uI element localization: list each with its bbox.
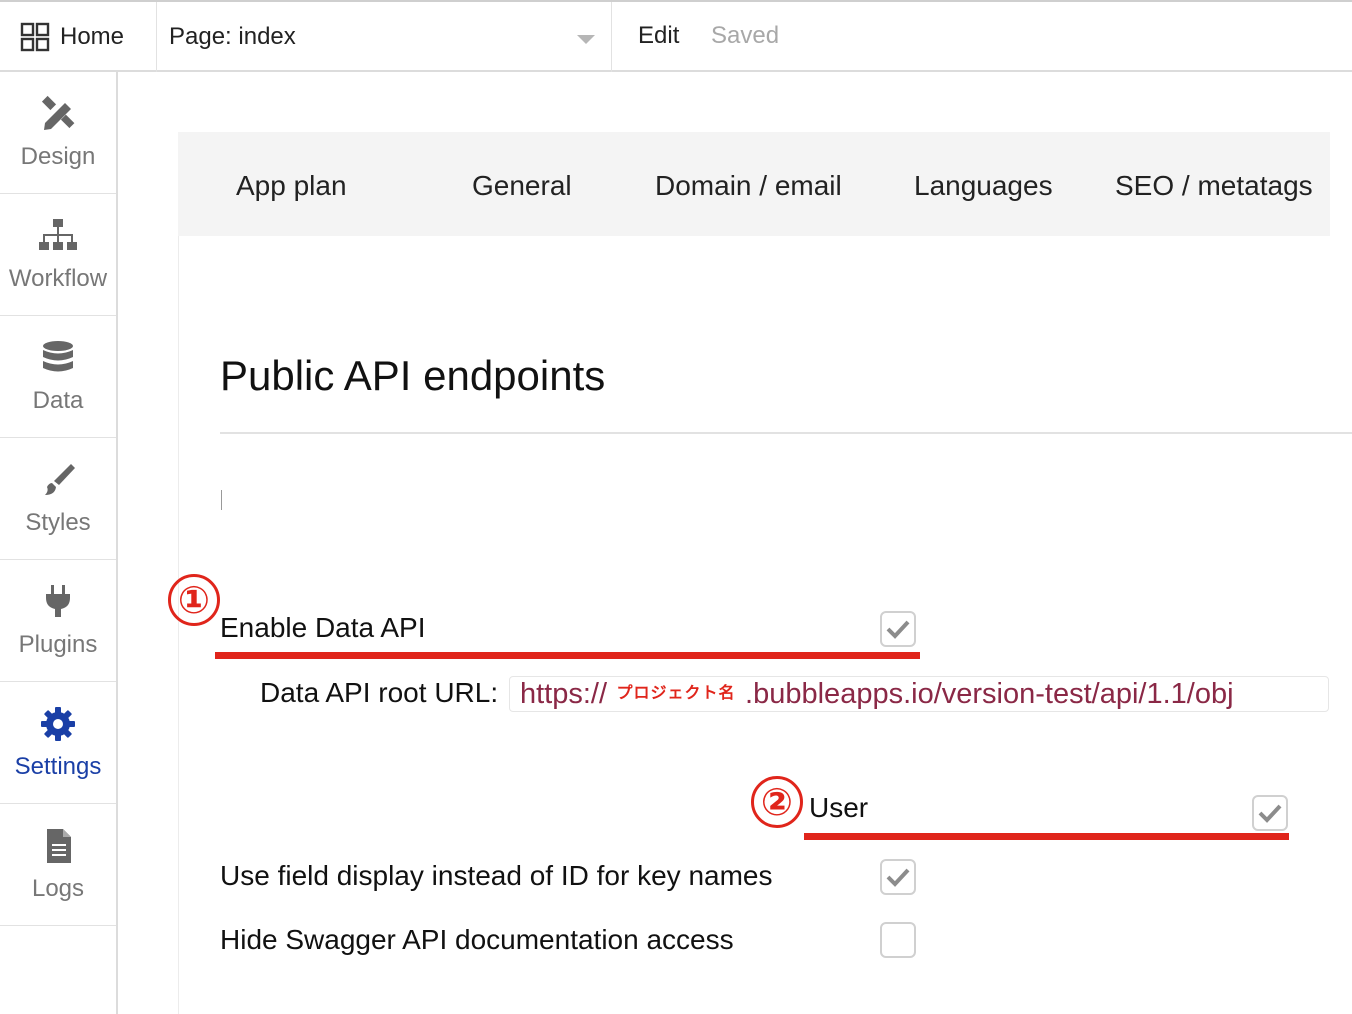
design-icon [41,95,75,130]
tab-general[interactable]: General [472,170,572,202]
checkmark-icon [1258,804,1282,823]
sidebar-item-label: Settings [14,752,102,780]
text-cursor [221,490,222,510]
use-field-display-checkbox[interactable] [880,859,916,895]
checkmark-icon [886,868,910,887]
tab-domain-email[interactable]: Domain / email [655,170,842,202]
use-field-display-label: Use field display instead of ID for key … [220,860,773,891]
sidebar-item-design[interactable]: Design [0,72,116,194]
user-type-checkbox[interactable] [1252,795,1288,831]
settings-tabs: App plan General Domain / email Language… [178,132,1330,236]
sidebar-item-plugins[interactable]: Plugins [0,560,116,682]
document-icon [47,828,71,863]
brush-icon [45,463,75,495]
tab-app-plan[interactable]: App plan [236,170,347,202]
page-selector[interactable]: Page: index [157,2,612,72]
sidebar-item-label: Styles [25,508,91,536]
gear-icon [41,706,75,741]
annotation-marker-2: ② [751,776,803,828]
url-prefix: https:// [520,677,608,710]
sidebar-item-label: Plugins [18,630,98,658]
sidebar: Design Workflow Data Styles Plugins Sett… [0,72,118,1014]
sidebar-item-label: Data [32,386,84,414]
annotation-marker-1: ① [168,574,220,626]
hide-swagger-label: Hide Swagger API documentation access [220,924,734,955]
home-button[interactable]: Home [0,2,157,72]
checkmark-icon [886,620,910,639]
database-icon [43,340,73,371]
page-selector-value: Page: index [169,23,296,50]
tab-languages[interactable]: Languages [914,170,1053,202]
home-label: Home [60,23,125,50]
edit-menu[interactable]: Edit [638,22,679,50]
data-api-root-url-field[interactable]: https:// プロジェクト名 .bubbleapps.io/version-… [509,676,1329,712]
sidebar-item-styles[interactable]: Styles [0,438,116,560]
divider [220,432,1352,434]
user-type-label: User [809,792,869,823]
annotation-underline-2 [804,833,1289,840]
sidebar-item-label: Design [20,142,96,170]
sidebar-item-logs[interactable]: Logs [0,804,116,926]
grid-icon [20,22,50,52]
redaction-label: プロジェクト名 [607,679,746,709]
enable-data-api-label: Enable Data API [220,612,426,643]
hide-swagger-checkbox[interactable] [880,922,916,958]
section-title: Public API endpoints [220,352,606,399]
annotation-underline-1 [215,652,920,659]
sidebar-item-data[interactable]: Data [0,316,116,438]
chevron-down-icon [577,35,595,44]
plug-icon [46,584,70,617]
workflow-icon [39,218,77,250]
url-suffix: .bubbleapps.io/version-test/api/1.1/obj [745,677,1234,710]
tab-seo-metatags[interactable]: SEO / metatags [1115,170,1313,202]
save-status: Saved [711,22,780,49]
sidebar-item-label: Logs [31,874,85,902]
sidebar-item-label: Workflow [8,264,108,292]
enable-data-api-checkbox[interactable] [880,611,916,647]
sidebar-item-settings[interactable]: Settings [0,682,116,804]
top-bar: Home Page: index Edit Saved [0,0,1352,72]
data-api-root-url-label: Data API root URL: [260,677,499,708]
sidebar-item-workflow[interactable]: Workflow [0,194,116,316]
